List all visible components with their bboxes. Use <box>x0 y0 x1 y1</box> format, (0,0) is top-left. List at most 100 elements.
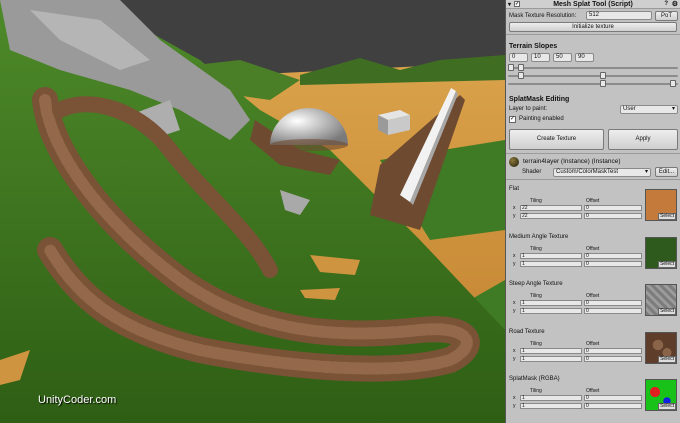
tiling-label: Tiling <box>530 198 542 204</box>
tiling-x-input[interactable]: 1 <box>520 395 582 401</box>
create-texture-button[interactable]: Create Texture <box>509 128 604 150</box>
slope-input-2[interactable]: 50 <box>553 52 572 62</box>
slider-track <box>508 83 678 85</box>
edit-shader-button[interactable]: Edit... <box>655 167 678 177</box>
offset-x-input[interactable]: 0 <box>584 205 642 211</box>
tiling-x-input[interactable]: 1 <box>520 252 582 259</box>
offset-x-input[interactable]: 0 <box>584 252 642 259</box>
texture-thumbnail[interactable]: Select <box>645 236 677 269</box>
slider-thumb[interactable] <box>518 72 524 79</box>
select-texture-button[interactable]: Select <box>658 260 676 268</box>
offset-y-input[interactable]: 0 <box>584 355 642 362</box>
select-texture-button[interactable]: Select <box>658 355 676 363</box>
slider-track <box>508 75 678 77</box>
splat-heading: SplatMask Editing <box>509 95 570 103</box>
resolution-label: Mask Texture Resolution: <box>509 12 577 19</box>
pot-button[interactable]: PoT <box>655 11 678 21</box>
offset-label: Offset <box>586 293 600 299</box>
slopes-heading: Terrain Slopes <box>509 43 558 50</box>
tiling-y-input[interactable]: 1 <box>520 355 582 362</box>
offset-x-input[interactable]: 0 <box>584 347 642 354</box>
slopes-inputs: 0 10 50 90 <box>506 52 680 62</box>
foldout-triangle-icon[interactable]: ▾ <box>508 1 511 8</box>
tiling-y-input[interactable]: 1 <box>520 260 582 267</box>
script-enabled-checkbox[interactable]: ✓ <box>514 1 520 7</box>
axis-label: y <box>513 355 516 362</box>
slope-input-3[interactable]: 90 <box>575 52 594 62</box>
tiling-label: Tiling <box>530 340 542 347</box>
material-row: terrain4layer (Instance) (Instance) <box>506 156 680 167</box>
resolution-input[interactable]: 512 <box>586 11 652 20</box>
axis-label: y <box>513 308 516 314</box>
shader-row: Shader Custom/ColorMaskTest ▾ Edit... <box>506 167 680 177</box>
offset-y-input[interactable]: 0 <box>584 260 642 267</box>
help-icon[interactable]: ? <box>664 1 668 7</box>
painting-row: ✓ Painting enabled <box>506 114 680 124</box>
texture-name: Road Texture <box>509 328 545 335</box>
tiling-x-input[interactable]: 1 <box>520 347 582 354</box>
texture-thumbnail[interactable]: Select <box>645 189 677 221</box>
offset-y-input[interactable]: 0 <box>584 213 642 219</box>
slider-thumb[interactable] <box>600 72 606 79</box>
slider-thumb[interactable] <box>518 64 524 71</box>
layer-row: Layer to paint: User ▾ <box>506 104 680 114</box>
texture-list: Flat Tiling Offset x 22 0 y 22 0 Select Medium Ang… <box>506 186 680 423</box>
select-texture-button[interactable]: Select <box>658 403 676 410</box>
tiling-y-input[interactable]: 22 <box>520 213 582 219</box>
gear-icon[interactable]: ⚙ <box>672 0 678 8</box>
slope-slider-3[interactable] <box>506 80 680 88</box>
tiling-y-input[interactable]: 1 <box>520 308 582 314</box>
scene-viewport[interactable]: UnityCoder.com <box>0 0 505 423</box>
axis-label: x <box>513 347 516 354</box>
slope-input-1[interactable]: 10 <box>531 52 550 62</box>
offset-x-input[interactable]: 0 <box>584 300 642 306</box>
shader-label: Shader <box>522 169 542 175</box>
offset-x-input[interactable]: 0 <box>584 395 642 401</box>
layer-label: Layer to paint: <box>509 106 548 112</box>
slope-slider-2[interactable] <box>506 72 680 80</box>
axis-label: x <box>513 205 516 211</box>
axis-label: x <box>513 300 516 306</box>
layer-select[interactable]: User ▾ <box>620 104 678 114</box>
texture-thumbnail[interactable]: Select <box>645 284 677 316</box>
axis-label: y <box>513 260 516 267</box>
watermark: UnityCoder.com <box>38 394 117 406</box>
texture-slot: Road Texture Tiling Offset x 1 0 y 1 0 Select <box>506 329 680 377</box>
texture-thumbnail[interactable]: Select <box>645 379 677 411</box>
texture-slot: Medium Angle Texture Tiling Offset x 1 0 y 1 0 Se… <box>506 234 680 282</box>
slider-thumb[interactable] <box>600 80 606 87</box>
offset-label: Offset <box>586 245 600 252</box>
tiling-x-input[interactable]: 22 <box>520 205 582 211</box>
offset-y-input[interactable]: 0 <box>584 403 642 409</box>
painting-checkbox[interactable]: ✓ <box>509 115 516 123</box>
apply-button[interactable]: Apply <box>608 128 678 150</box>
material-sphere-icon <box>509 156 519 167</box>
script-header[interactable]: ▾ ✓ Mesh Splat Tool (Script) ? ⚙ <box>506 0 680 9</box>
initialize-texture-button[interactable]: Initialize texture <box>509 22 677 32</box>
texture-slot: Steep Angle Texture Tiling Offset x 1 0 y 1 0 Sel… <box>506 281 680 329</box>
tiling-y-input[interactable]: 1 <box>520 403 582 409</box>
painting-label: Painting enabled <box>519 116 564 122</box>
axis-label: x <box>513 395 516 401</box>
tiling-label: Tiling <box>530 388 542 394</box>
slope-input-0[interactable]: 0 <box>509 52 528 62</box>
inspector-panel: ▾ ✓ Mesh Splat Tool (Script) ? ⚙ Mask Te… <box>505 0 680 423</box>
offset-y-input[interactable]: 0 <box>584 308 642 314</box>
chevron-down-icon: ▾ <box>671 105 675 112</box>
tiling-x-input[interactable]: 1 <box>520 300 582 306</box>
offset-label: Offset <box>586 340 600 347</box>
texture-thumbnail[interactable]: Select <box>645 331 677 364</box>
slope-slider-1[interactable] <box>506 64 680 72</box>
axis-label: y <box>513 213 516 219</box>
offset-label: Offset <box>586 198 600 204</box>
init-row: Initialize texture <box>506 21 680 32</box>
texture-name: Flat <box>509 186 520 192</box>
slider-thumb[interactable] <box>670 80 676 87</box>
shader-select[interactable]: Custom/ColorMaskTest ▾ <box>553 167 651 177</box>
terrain-render <box>0 0 505 423</box>
resolution-row: Mask Texture Resolution: 512 PoT <box>506 10 680 21</box>
shader-select-value: Custom/ColorMaskTest <box>556 168 619 175</box>
slider-thumb[interactable] <box>508 64 514 71</box>
select-texture-button[interactable]: Select <box>658 213 676 220</box>
select-texture-button[interactable]: Select <box>658 308 676 315</box>
